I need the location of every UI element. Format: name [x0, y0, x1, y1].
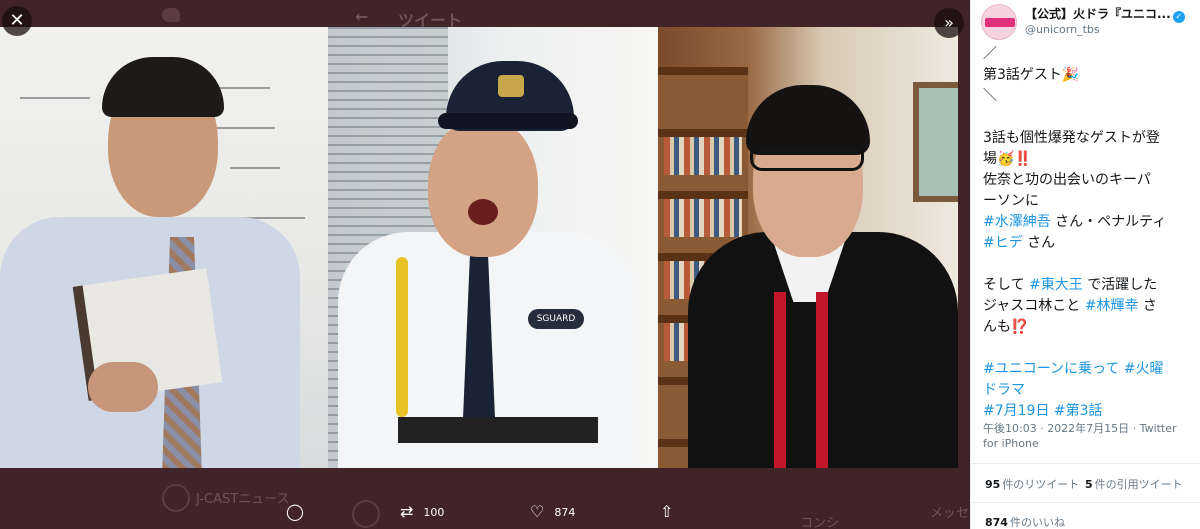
hashtag-link[interactable]: #第3話 [1049, 403, 1103, 419]
author-name[interactable]: 【公式】火ドラ『ユニコ... ✓ [1025, 5, 1185, 23]
text-line: #水澤紳吾 さん・ペナルティ [983, 212, 1197, 233]
tweet-author[interactable]: 【公式】火ドラ『ユニコ... ✓ @unicorn_tbs [981, 4, 1196, 40]
like-button[interactable]: ♡ 874 [530, 504, 575, 520]
text-line: んも⁉️ [983, 319, 1029, 335]
quotes-label: 件の引用ツイート [1094, 478, 1183, 491]
tweet-timestamp[interactable]: 午後10:03 · 2022年7月15日 · Twitter for iPhon… [983, 421, 1193, 451]
retweet-icon: ⇄ [400, 502, 414, 521]
text-span: さん [1022, 235, 1056, 251]
text-span: そして [983, 277, 1030, 293]
text-line: #7月19日 #第3話 [983, 401, 1197, 422]
text-line: ーソンに [983, 193, 1039, 209]
author-handle[interactable]: @unicorn_tbs [1025, 23, 1100, 36]
text-line: 場🥳‼️ [983, 151, 1032, 167]
author-name-text: 【公式】火ドラ『ユニコ... [1025, 7, 1171, 21]
reply-button[interactable]: ◯ [286, 504, 314, 520]
text-line: ドラマ [983, 380, 1197, 401]
belt [398, 417, 598, 443]
hashtag-link[interactable]: #林輝幸 [1085, 298, 1139, 314]
likes-count: 874 [985, 516, 1008, 529]
hashtag-link[interactable]: #7月19日 [983, 403, 1049, 419]
text-line: ジャスコ林こと #林輝幸 さ [983, 296, 1197, 317]
avatar[interactable] [981, 4, 1017, 40]
verified-badge-icon: ✓ [1172, 11, 1185, 23]
media-action-bar: ◯ ⇄ 100 ♡ 874 ⇧ [0, 496, 970, 529]
text-span: で活躍した [1082, 277, 1158, 293]
text-line: 第3話ゲスト🎉 [983, 67, 1080, 83]
tweet-text: ／ 第3話ゲスト🎉 ＼ 3話も個性爆発なゲストが登 場🥳‼️ 佐奈と功の出会いの… [983, 44, 1197, 422]
retweets-count: 95 [985, 478, 1001, 491]
text-line: 3話も個性爆発なゲストが登 [983, 130, 1160, 146]
like-stats[interactable]: 874 件のいいね [985, 514, 1065, 529]
hand [88, 362, 158, 412]
text-span: ジャスコ林こと [983, 298, 1085, 314]
back-arrow-icon: ← [355, 7, 369, 26]
share-icon: ⇧ [660, 502, 674, 521]
hashtag-link[interactable]: #ヒデ [983, 235, 1023, 251]
divider [971, 502, 1200, 503]
hashtag-link[interactable]: #火曜 [1119, 361, 1164, 377]
like-count: 874 [554, 505, 576, 519]
hashtag-link[interactable]: #ユニコーンに乗って [983, 361, 1119, 377]
text-span: さ [1138, 298, 1157, 314]
photo-panel-guard: SGUARD [328, 27, 658, 468]
likes-label: 件のいいね [1009, 516, 1065, 529]
close-icon[interactable]: ✕ [2, 6, 32, 36]
text-line: ／ [983, 46, 997, 62]
cap-badge [498, 75, 524, 97]
cap-brim [438, 113, 578, 129]
heart-icon: ♡ [530, 502, 545, 521]
hashtag-link[interactable]: #東大王 [1029, 277, 1083, 293]
photo-panel-teacher [0, 27, 328, 468]
share-button[interactable]: ⇧ [660, 504, 683, 520]
robe-stripe [774, 292, 786, 468]
tweet-detail: 【公式】火ドラ『ユニコ... ✓ @unicorn_tbs ／ 第3話ゲスト🎉 ＼… [970, 0, 1200, 529]
guard-patch: SGUARD [528, 309, 584, 329]
text-line: 佐奈と功の出会いのキーパ [983, 172, 1151, 188]
media-viewer: ← ツイート J-CASTニュース コンシ メッセ SGUARD ✕ » ◯ ⇄… [0, 0, 970, 529]
twitter-bird-icon [162, 8, 180, 22]
text-line: #ヒデ さん [983, 233, 1197, 254]
glasses [750, 143, 864, 171]
text-span: さん・ペナルティ [1050, 214, 1167, 230]
retweet-button[interactable]: ⇄ 100 [400, 504, 444, 520]
quote-stats[interactable]: 5 件の引用ツイート [1085, 476, 1183, 492]
tweet-photo[interactable]: SGUARD [0, 27, 958, 468]
divider [971, 463, 1200, 464]
unicorn-logo-icon [985, 18, 1015, 27]
hashtag-link[interactable]: ドラマ [983, 382, 1025, 398]
robe-stripe [816, 292, 828, 468]
retweets-label: 件のリツイート [1002, 478, 1080, 491]
mouth [468, 199, 498, 225]
quotes-count: 5 [1085, 478, 1093, 491]
reply-icon: ◯ [286, 502, 304, 521]
text-line: ＼ [983, 88, 997, 104]
retweet-count: 100 [423, 505, 445, 519]
wall-frame [913, 82, 958, 202]
retweet-stats[interactable]: 95 件のリツイート [985, 476, 1079, 492]
photo-panel-judge [658, 27, 958, 468]
yellow-cord [396, 257, 408, 417]
expand-icon[interactable]: » [934, 8, 964, 38]
face [428, 117, 538, 257]
text-line: そして #東大王 で活躍した [983, 275, 1197, 296]
hashtag-link[interactable]: #水澤紳吾 [983, 214, 1051, 230]
text-line: #ユニコーンに乗って #火曜 [983, 359, 1197, 380]
